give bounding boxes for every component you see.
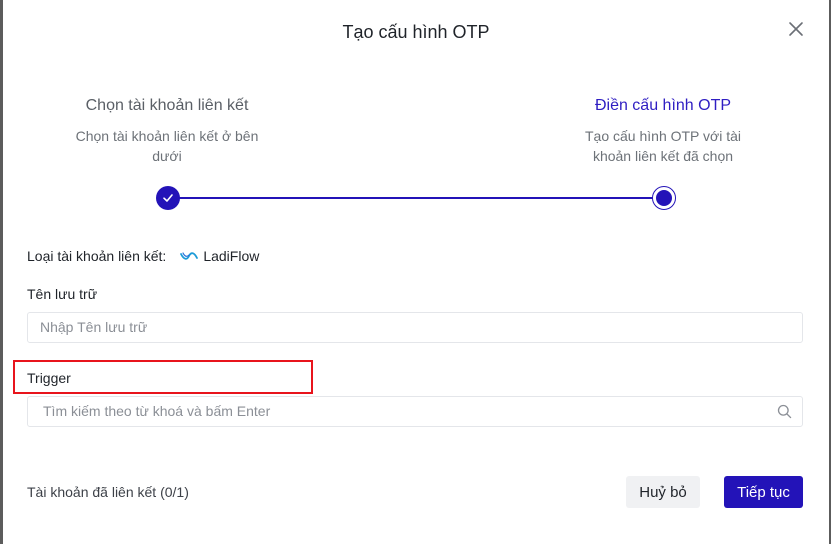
check-icon bbox=[163, 194, 173, 202]
step-1-desc-line1: Chọn tài khoản liên kết ở bên bbox=[75, 128, 259, 144]
step-2-current-dot bbox=[652, 186, 676, 210]
otp-config-modal: Tạo cấu hình OTP Chọn tài khoản liên kết… bbox=[3, 0, 829, 544]
step-select-account: Chọn tài khoản liên kết Chọn tài khoản l… bbox=[57, 97, 277, 166]
step-1-done-dot bbox=[156, 186, 180, 210]
linked-accounts-count: Tài khoản đã liên kết (0/1) bbox=[27, 484, 189, 500]
step-1-title: Chọn tài khoản liên kết bbox=[85, 97, 249, 114]
step-2-current-dot-inner bbox=[656, 190, 672, 206]
storage-name-input[interactable]: Nhập Tên lưu trữ bbox=[27, 312, 803, 343]
step-1-description: Chọn tài khoản liên kết ở bên dưới bbox=[57, 126, 277, 166]
account-type-row: Loại tài khoản liên kết: LadiFlow bbox=[27, 248, 259, 264]
account-type-value: LadiFlow bbox=[203, 248, 260, 264]
trigger-placeholder: Tìm kiếm theo từ khoá và bấm Enter bbox=[43, 403, 271, 419]
modal-title: Tạo cấu hình OTP bbox=[342, 22, 490, 42]
step-progress-line bbox=[170, 197, 665, 199]
trigger-search-input[interactable]: Tìm kiếm theo từ khoá và bấm Enter bbox=[27, 396, 803, 427]
search-icon[interactable] bbox=[777, 404, 792, 419]
step-1-desc-line2: dưới bbox=[152, 148, 182, 164]
storage-name-label: Tên lưu trữ bbox=[27, 286, 98, 302]
step-2-desc-line1: Tạo cấu hình OTP với tài bbox=[585, 128, 741, 144]
trigger-label: Trigger bbox=[27, 370, 71, 386]
step-2-title: Điền cấu hình OTP bbox=[594, 97, 732, 114]
ladiflow-logo-icon bbox=[180, 252, 199, 260]
cancel-button[interactable]: Huỷ bỏ bbox=[626, 476, 700, 508]
account-type-label: Loại tài khoản liên kết: bbox=[27, 248, 167, 264]
close-icon[interactable] bbox=[787, 20, 805, 38]
step-2-description: Tạo cấu hình OTP với tài khoản liên kết … bbox=[553, 126, 773, 166]
step-fill-otp-config: Điền cấu hình OTP Tạo cấu hình OTP với t… bbox=[553, 97, 773, 166]
storage-name-placeholder: Nhập Tên lưu trữ bbox=[40, 319, 148, 335]
step-2-desc-line2: khoản liên kết đã chọn bbox=[592, 148, 734, 164]
continue-button[interactable]: Tiếp tục bbox=[724, 476, 803, 508]
